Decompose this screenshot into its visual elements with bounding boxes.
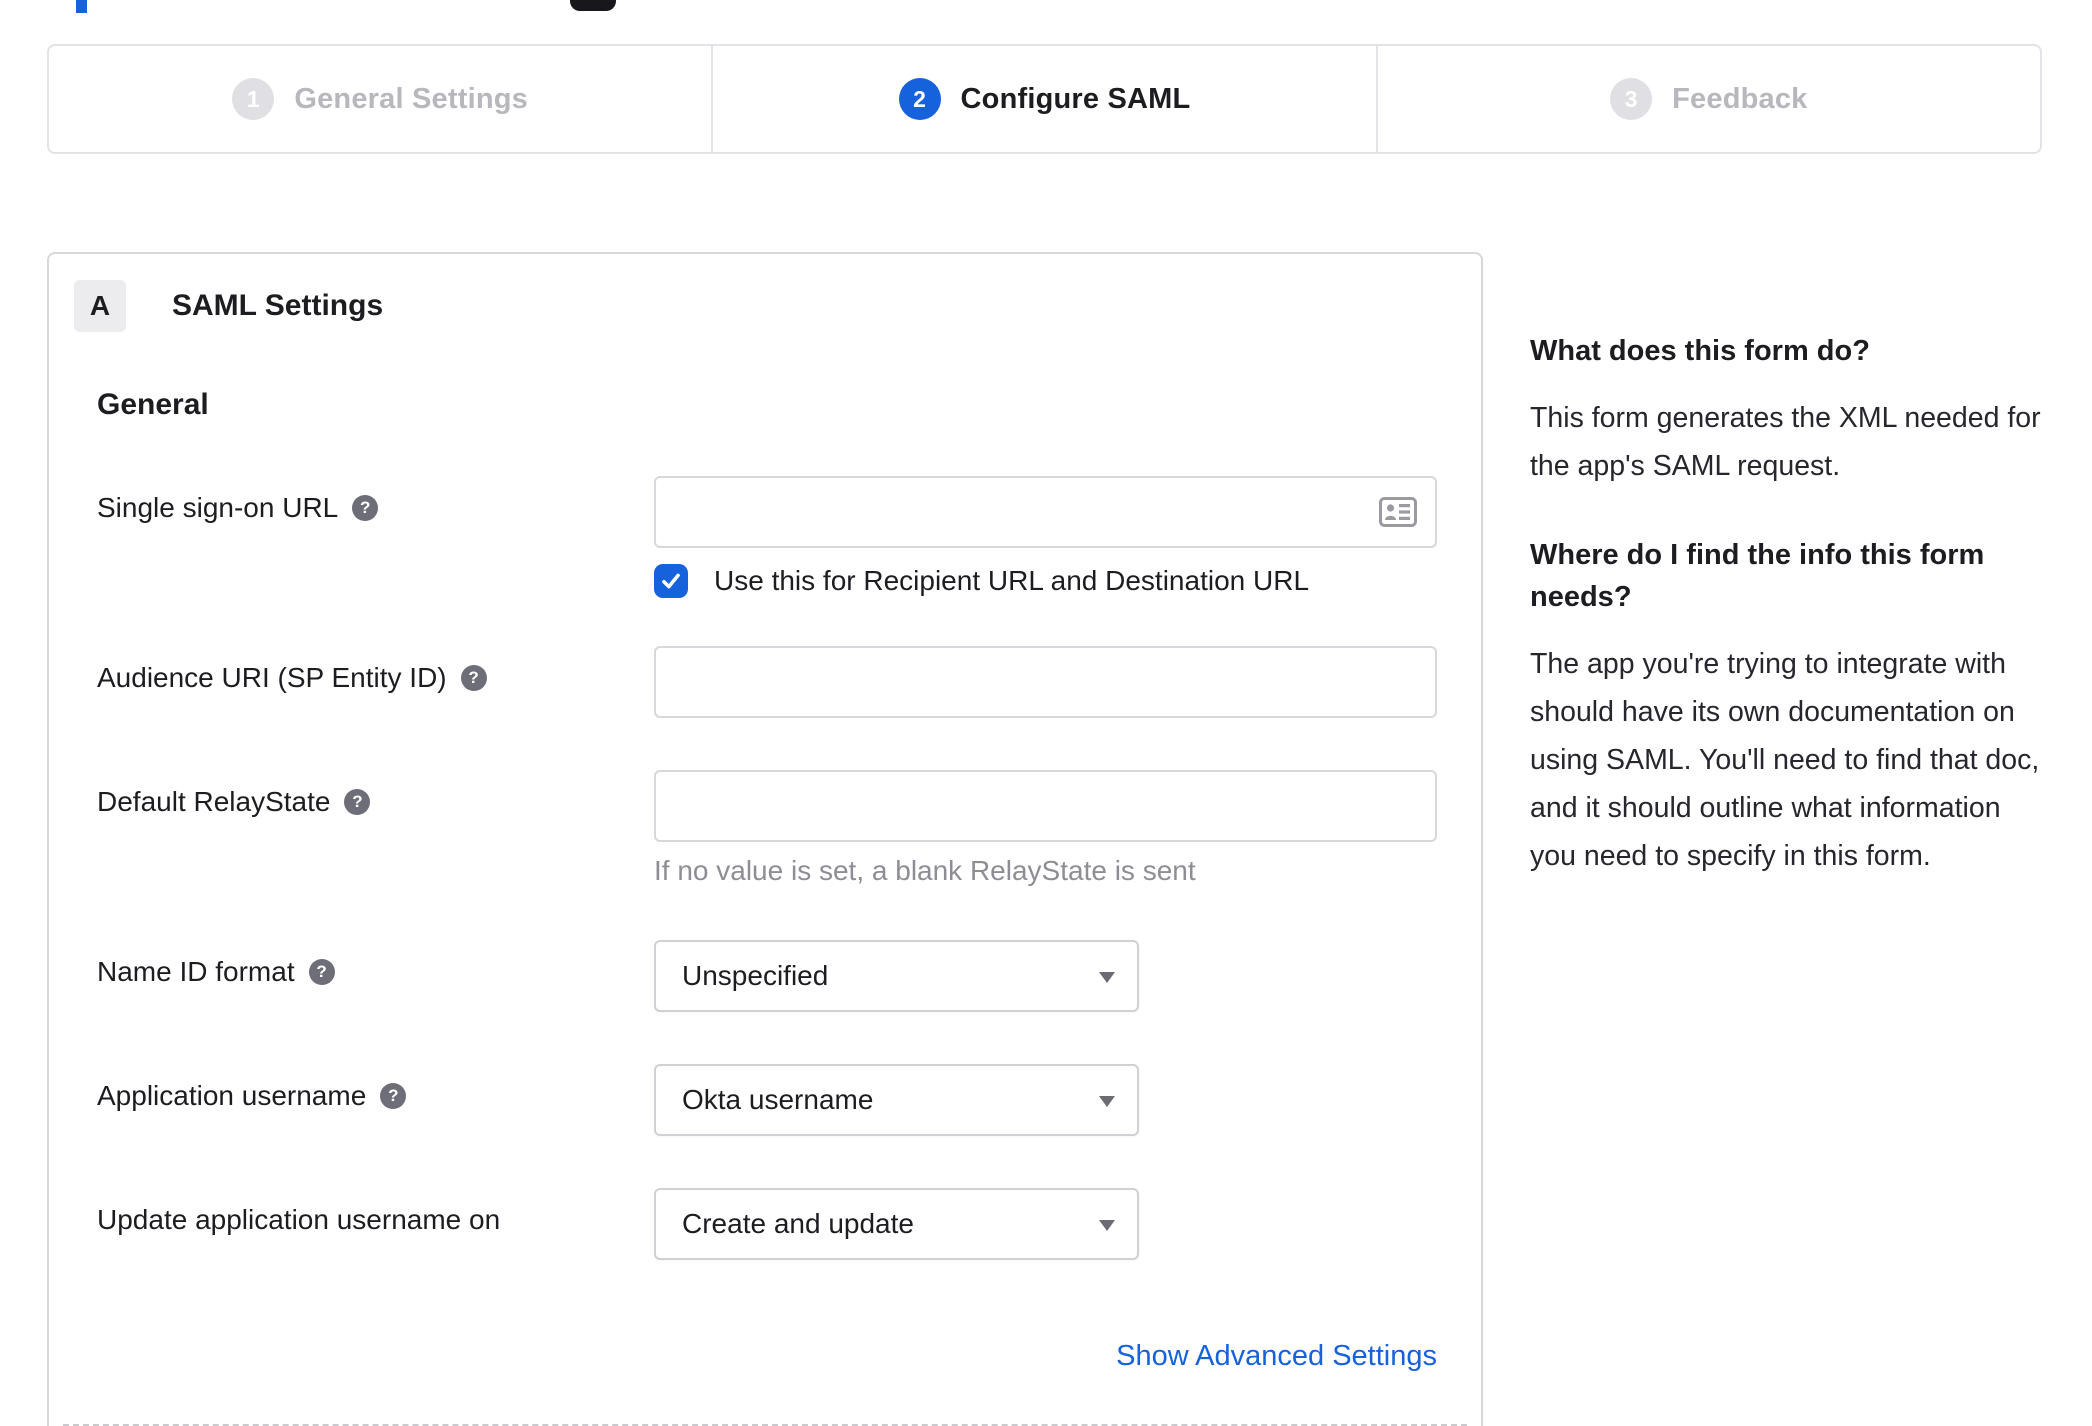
step-configure-saml[interactable]: 2 Configure SAML <box>711 46 1375 152</box>
show-advanced-settings-link[interactable]: Show Advanced Settings <box>1116 1340 1437 1372</box>
advanced-settings-row: Show Advanced Settings <box>97 1340 1437 1373</box>
field-label-row: Name ID format ? <box>97 940 654 1012</box>
general-section-heading: General <box>97 388 209 421</box>
field-label-row: Default RelayState ? <box>97 770 654 886</box>
sidebar-body-what: This form generates the XML needed for t… <box>1530 402 2041 482</box>
contact-card-icon <box>1379 497 1417 527</box>
field-label-row: Single sign-on URL ? <box>97 476 654 598</box>
step-label: General Settings <box>294 82 528 115</box>
field-row-name-id-format: Name ID format ? Unspecified <box>97 940 1481 1012</box>
sidebar-body-where: The app you're trying to integrate with … <box>1530 648 2040 872</box>
app-username-select[interactable]: Okta username <box>654 1064 1139 1136</box>
field-label-row: Audience URI (SP Entity ID) ? <box>97 646 654 718</box>
name-id-format-select[interactable]: Unspecified <box>654 940 1139 1012</box>
help-icon[interactable]: ? <box>308 959 335 985</box>
relay-state-input[interactable] <box>654 770 1437 842</box>
step-number-badge: 1 <box>232 78 275 120</box>
help-icon[interactable]: ? <box>460 665 487 691</box>
sidebar-heading-what: What does this form do? <box>1530 335 1870 367</box>
app-username-label: Application username <box>97 1080 367 1111</box>
sidebar-heading-where: Where do I find the info this form needs… <box>1530 539 1985 613</box>
update-username-value: Create and update <box>682 1208 914 1239</box>
step-label: Configure SAML <box>960 82 1191 115</box>
checkmark-icon <box>662 573 680 589</box>
field-row-sso-url: Single sign-on URL ? Use this for Recipi… <box>97 476 1481 598</box>
panel-title: SAML Settings <box>172 289 384 322</box>
step-number-badge: 2 <box>898 78 941 120</box>
app-username-value: Okta username <box>682 1084 874 1115</box>
panel-header: A SAML Settings <box>74 280 1481 332</box>
audience-uri-label: Audience URI (SP Entity ID) <box>97 662 447 693</box>
step-number-badge: 3 <box>1610 78 1653 120</box>
step-feedback[interactable]: 3 Feedback <box>1375 46 2040 152</box>
cropped-page-header-logo <box>570 0 616 11</box>
step-label: Feedback <box>1672 82 1808 115</box>
update-username-select[interactable]: Create and update <box>654 1188 1139 1260</box>
name-id-format-label: Name ID format <box>97 956 295 987</box>
saml-form: Single sign-on URL ? Use this for Recipi… <box>97 476 1481 1373</box>
sso-url-label: Single sign-on URL <box>97 492 339 523</box>
section-a-badge: A <box>74 280 126 332</box>
field-row-update-username: Update application username on Create an… <box>97 1188 1481 1260</box>
relay-state-label: Default RelayState <box>97 786 331 817</box>
field-row-relay-state: Default RelayState ? If no value is set,… <box>97 770 1481 886</box>
field-label-row: Application username ? <box>97 1064 654 1136</box>
chevron-down-icon <box>1099 972 1115 983</box>
relay-state-hint: If no value is set, a blank RelayState i… <box>654 855 1196 886</box>
help-icon[interactable]: ? <box>380 1083 407 1109</box>
wizard-stepper: 1 General Settings 2 Configure SAML 3 Fe… <box>47 44 2042 154</box>
cropped-page-header-accent <box>76 0 87 13</box>
recipient-url-checkbox-row: Use this for Recipient URL and Destinati… <box>654 564 1437 598</box>
saml-settings-panel: A SAML Settings General Single sign-on U… <box>47 252 1483 1426</box>
chevron-down-icon <box>1099 1096 1115 1107</box>
chevron-down-icon <box>1099 1220 1115 1231</box>
step-general-settings[interactable]: 1 General Settings <box>49 46 711 152</box>
recipient-url-checkbox[interactable] <box>654 564 688 598</box>
help-icon[interactable]: ? <box>352 495 379 521</box>
recipient-url-checkbox-label: Use this for Recipient URL and Destinati… <box>714 565 1310 596</box>
audience-uri-input[interactable] <box>654 646 1437 718</box>
name-id-format-value: Unspecified <box>682 960 829 991</box>
field-row-app-username: Application username ? Okta username <box>97 1064 1481 1136</box>
field-row-audience-uri: Audience URI (SP Entity ID) ? <box>97 646 1481 718</box>
help-sidebar: What does this form do? This form genera… <box>1530 330 2050 924</box>
field-label-row: Update application username on <box>97 1188 654 1260</box>
help-icon[interactable]: ? <box>344 789 371 815</box>
sso-url-input[interactable] <box>654 476 1437 548</box>
update-username-label: Update application username on <box>97 1204 501 1235</box>
